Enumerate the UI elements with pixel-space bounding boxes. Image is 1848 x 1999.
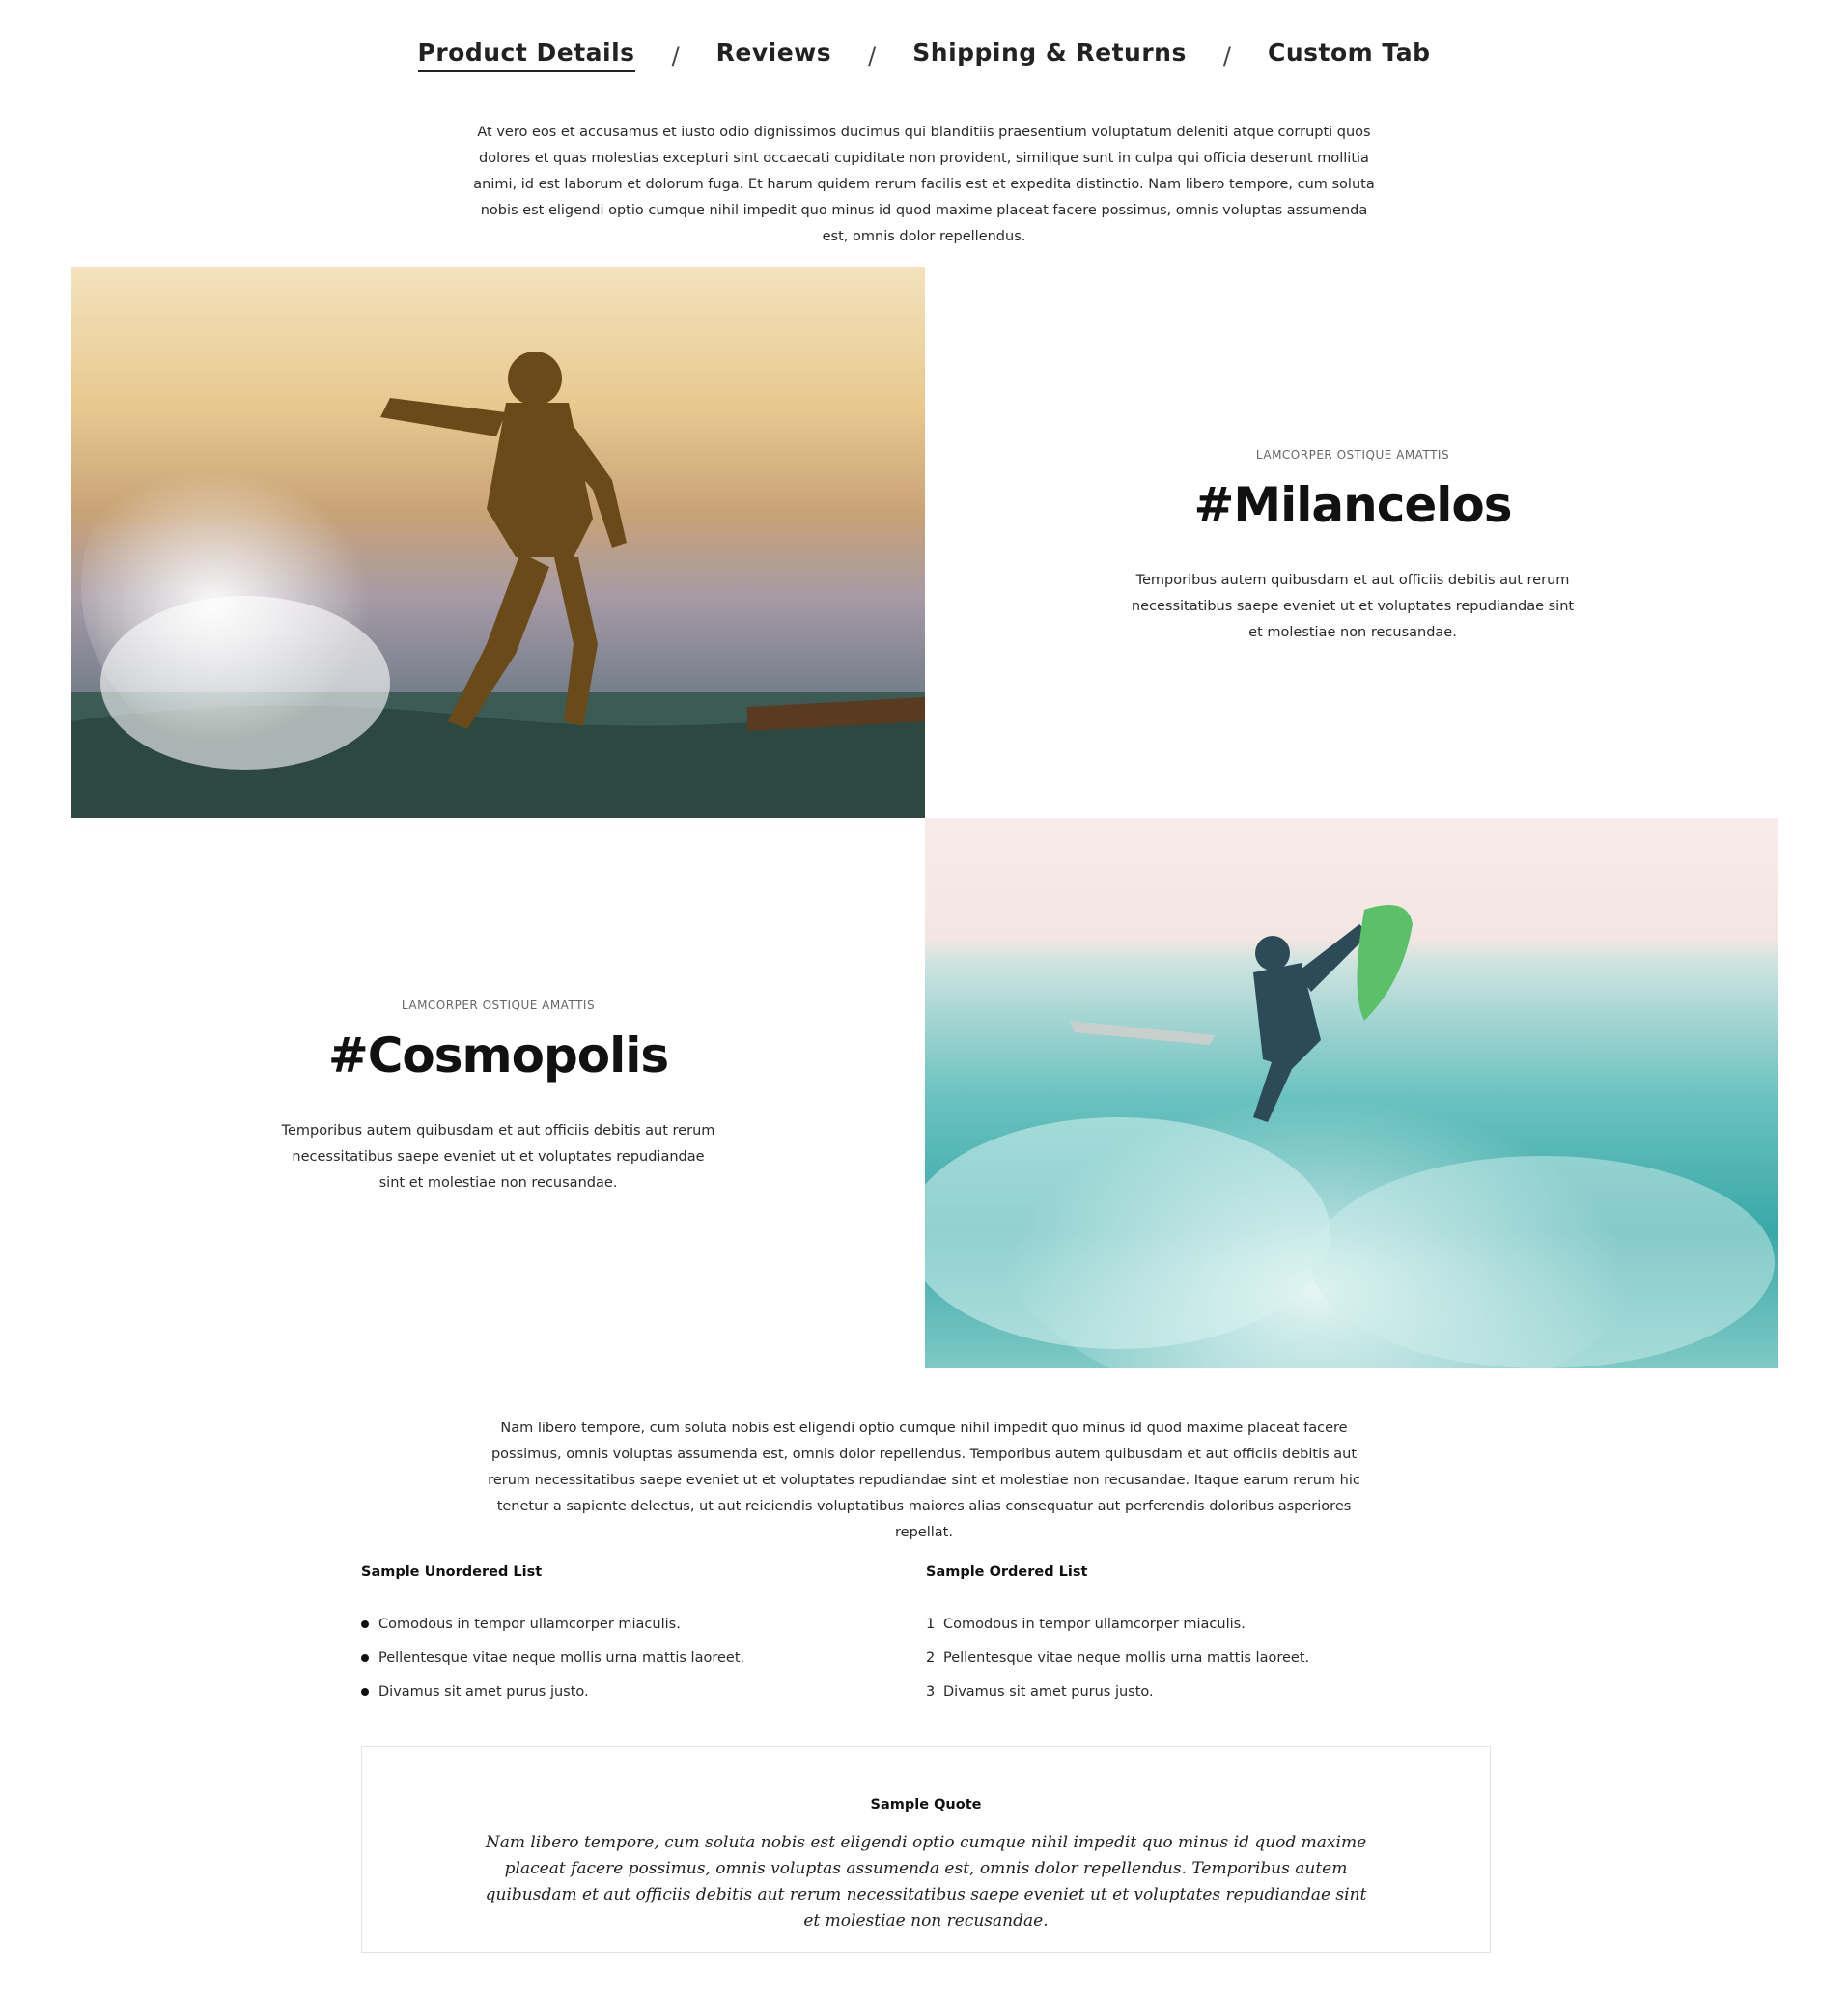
list-item-text: Pellentesque vitae neque mollis urna mat… (943, 1649, 1310, 1666)
outro-paragraph: Nam libero tempore, cum soluta nobis est… (488, 1421, 1360, 1540)
bullet-icon (361, 1687, 369, 1696)
list-item-number: 2 (926, 1649, 936, 1666)
list-item-text: Comodous in tempor ullamcorper miaculis. (378, 1616, 681, 1632)
tab-separator: / (1222, 42, 1231, 70)
surfer-image-warm (71, 267, 925, 818)
feature-kicker: LAMCORPER OSTIQUE AMATTIS (1255, 448, 1450, 462)
list-item: 1 Comodous in tempor ullamcorper miaculi… (926, 1607, 1428, 1641)
tab-reviews[interactable]: Reviews (716, 39, 832, 72)
quote-title: Sample Quote (870, 1797, 982, 1813)
ordered-list-title: Sample Ordered List (926, 1564, 1088, 1580)
list-item-number: 3 (926, 1683, 936, 1700)
bullet-icon (361, 1619, 369, 1628)
list-item: Pellentesque vitae neque mollis urna mat… (361, 1641, 863, 1675)
feature-heading: #Milancelos (1193, 477, 1512, 533)
tab-shipping-returns[interactable]: Shipping & Returns (912, 39, 1187, 72)
list-item: Comodous in tempor ullamcorper miaculis. (361, 1607, 863, 1641)
feature-description: Temporibus autem quibusdam et aut offici… (1131, 573, 1575, 640)
product-tabs: Product Details / Reviews / Shipping & R… (0, 39, 1848, 72)
feature-cosmopolis: LAMCORPER OSTIQUE AMATTIS #Cosmopolis Te… (280, 999, 716, 1197)
list-item: Divamus sit amet purus justo. (361, 1675, 863, 1708)
list-item: 3 Divamus sit amet purus justo. (926, 1675, 1428, 1708)
list-item-text: Divamus sit amet purus justo. (378, 1683, 589, 1700)
unordered-list-section: Sample Unordered List Comodous in tempor… (361, 1564, 863, 1708)
ordered-list-section: Sample Ordered List 1 Comodous in tempor… (926, 1564, 1428, 1708)
surfer-image-teal (925, 818, 1778, 1368)
feature-kicker: LAMCORPER OSTIQUE AMATTIS (401, 999, 596, 1012)
feature-milancelos: LAMCORPER OSTIQUE AMATTIS #Milancelos Te… (1130, 448, 1576, 646)
tab-separator: / (868, 42, 877, 70)
list-item-number: 1 (926, 1616, 936, 1632)
list-item: 2 Pellentesque vitae neque mollis urna m… (926, 1641, 1428, 1675)
bullet-icon (361, 1653, 369, 1662)
intro-paragraph: At vero eos et accusamus et iusto odio d… (473, 125, 1375, 244)
unordered-list-title: Sample Unordered List (361, 1564, 543, 1580)
list-item-text: Comodous in tempor ullamcorper miaculis. (943, 1616, 1246, 1632)
tab-custom[interactable]: Custom Tab (1268, 39, 1431, 72)
quote-text: Nam libero tempore, cum soluta nobis est… (485, 1833, 1367, 1930)
tab-product-details[interactable]: Product Details (417, 39, 635, 72)
list-item-text: Pellentesque vitae neque mollis urna mat… (378, 1649, 745, 1666)
list-item-text: Divamus sit amet purus justo. (943, 1683, 1154, 1700)
tab-separator: / (671, 42, 680, 70)
sample-quote-box: Sample Quote Nam libero tempore, cum sol… (361, 1746, 1491, 1953)
feature-description: Temporibus autem quibusdam et aut offici… (281, 1123, 715, 1191)
feature-heading: #Cosmopolis (327, 1028, 669, 1084)
